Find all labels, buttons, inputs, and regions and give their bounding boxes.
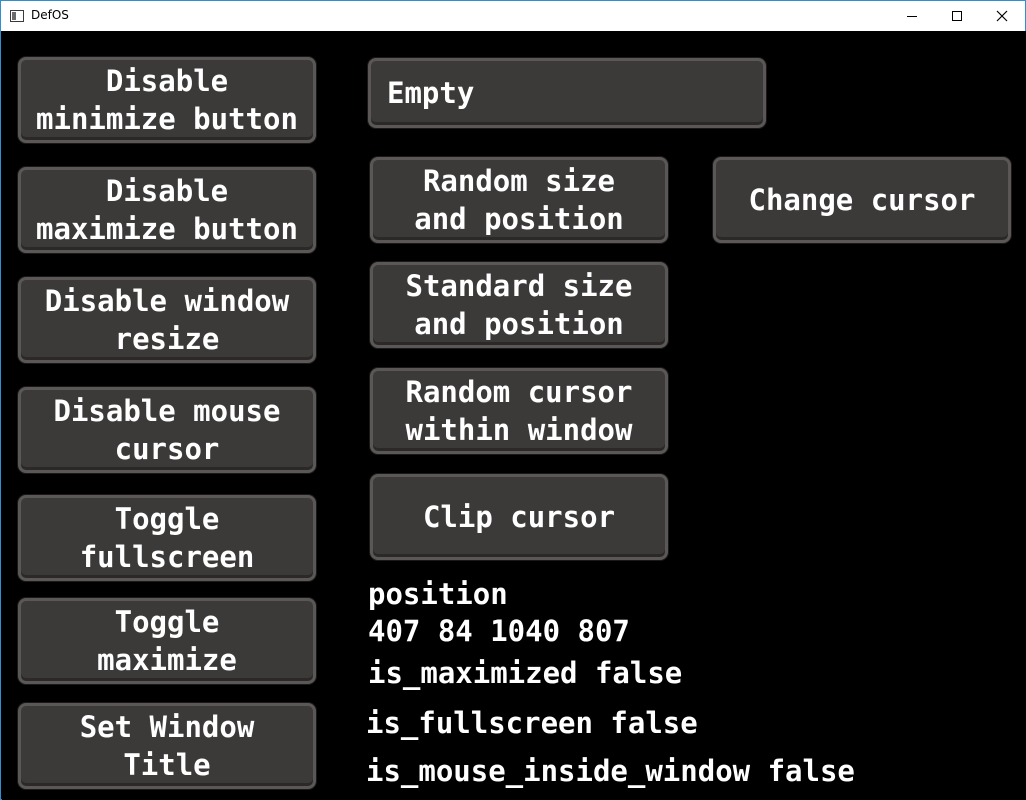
game-canvas: Disable minimize button Disable maximize…: [2, 31, 1026, 800]
minimize-icon: [907, 15, 917, 17]
set-window-title-button[interactable]: Set Window Title: [18, 703, 316, 789]
clip-cursor-button[interactable]: Clip cursor: [370, 474, 668, 560]
disable-window-resize-button[interactable]: Disable window resize: [18, 277, 316, 363]
is-maximized-status: is_maximized false: [368, 656, 683, 690]
empty-button[interactable]: Empty: [368, 58, 766, 128]
maximize-button[interactable]: [934, 1, 980, 31]
disable-mouse-cursor-button[interactable]: Disable mouse cursor: [18, 387, 316, 473]
window-title: DefOS: [31, 8, 69, 22]
random-size-position-button[interactable]: Random size and position: [370, 157, 668, 243]
toggle-fullscreen-button[interactable]: Toggle fullscreen: [18, 495, 316, 581]
disable-minimize-button[interactable]: Disable minimize button: [18, 57, 316, 143]
app-window: DefOS Disable minimize button Disable ma…: [0, 0, 1026, 800]
toggle-maximize-button[interactable]: Toggle maximize: [18, 598, 316, 684]
title-bar[interactable]: DefOS: [1, 1, 1025, 31]
close-icon: [996, 10, 1008, 22]
window-icon: [10, 10, 24, 22]
is-fullscreen-status: is_fullscreen false: [366, 706, 698, 740]
close-button[interactable]: [979, 1, 1025, 31]
maximize-icon: [952, 11, 962, 21]
standard-size-position-button[interactable]: Standard size and position: [370, 262, 668, 348]
position-label: position: [368, 577, 508, 611]
disable-maximize-button[interactable]: Disable maximize button: [18, 167, 316, 253]
random-cursor-button[interactable]: Random cursor within window: [370, 368, 668, 454]
position-value: 407 84 1040 807: [368, 614, 630, 648]
change-cursor-button[interactable]: Change cursor: [713, 157, 1011, 243]
minimize-button[interactable]: [889, 1, 935, 31]
is-mouse-inside-window-status: is_mouse_inside_window false: [366, 754, 855, 788]
